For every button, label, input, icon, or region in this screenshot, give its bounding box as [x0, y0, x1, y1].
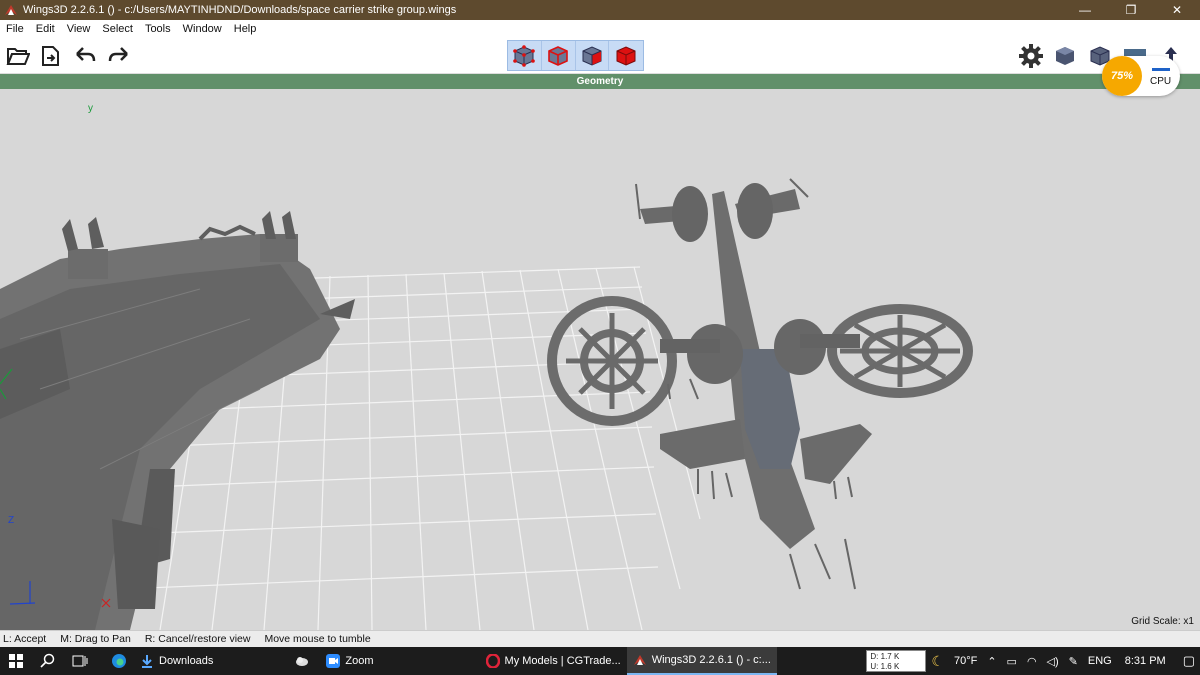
undo-button[interactable]: [70, 41, 100, 71]
cloud-icon: [296, 657, 309, 666]
geometry-tab[interactable]: Geometry: [0, 74, 1200, 89]
close-button[interactable]: ✕: [1154, 0, 1200, 20]
weather-temperature[interactable]: 70°F: [954, 655, 977, 667]
net-up: U: 1.6 K: [870, 662, 900, 671]
app-label: Downloads: [159, 655, 214, 667]
smooth-preview-button[interactable]: [1050, 41, 1080, 71]
wifi-icon[interactable]: ◠: [1027, 655, 1037, 668]
minimize-button[interactable]: —: [1062, 0, 1108, 20]
axis-y-label: y: [88, 103, 93, 114]
status-bar: L: Accept M: Drag to Pan R: Cancel/resto…: [0, 630, 1200, 647]
windows-logo-icon: [9, 654, 23, 668]
edge-select-button[interactable]: [542, 41, 576, 70]
menu-file[interactable]: File: [6, 23, 24, 35]
taskbar: Downloads Zoom My Models | CGTrade... Wi…: [0, 647, 1200, 675]
aircraft-model: [547, 178, 973, 590]
menu-edit[interactable]: Edit: [36, 23, 55, 35]
toolbar: [0, 37, 1200, 74]
clock-time[interactable]: 8:31 PM: [1125, 655, 1166, 667]
taskbar-app-zoom[interactable]: Zoom: [320, 647, 379, 675]
save-button[interactable]: [35, 41, 65, 71]
axis-z-label: Z: [8, 515, 15, 526]
menu-help[interactable]: Help: [234, 23, 257, 35]
app-label: Zoom: [345, 655, 374, 667]
window-title: Wings3D 2.2.6.1 () - c:/Users/MAYTINHDND…: [23, 4, 457, 16]
search-icon: [40, 653, 55, 668]
status-left-click: L: Accept: [3, 633, 47, 645]
menu-tools[interactable]: Tools: [145, 23, 171, 35]
maximize-button[interactable]: ❐: [1108, 0, 1154, 20]
preferences-button[interactable]: [1016, 41, 1046, 71]
pen-icon[interactable]: ✎: [1069, 655, 1078, 668]
download-icon: [142, 655, 152, 668]
edge-select-icon: [548, 45, 568, 66]
taskbar-edge[interactable]: [104, 647, 134, 675]
volume-icon[interactable]: ◁): [1047, 655, 1059, 668]
window-controls: — ❐ ✕: [1062, 0, 1200, 20]
menu-bar: File Edit View Select Tools Window Help: [0, 20, 1200, 37]
task-view-button[interactable]: [64, 647, 96, 675]
cpu-bar-icon: [1152, 68, 1170, 71]
net-down: D: 1.7 K: [870, 652, 900, 661]
start-button[interactable]: [0, 647, 32, 675]
menu-view[interactable]: View: [67, 23, 91, 35]
title-bar: Wings3D 2.2.6.1 () - c:/Users/MAYTINHDND…: [0, 0, 1200, 20]
open-folder-icon: [6, 48, 30, 65]
open-folder-button[interactable]: [3, 41, 33, 71]
vertex-select-icon: [513, 44, 536, 67]
taskbar-app-downloads[interactable]: Downloads: [134, 647, 219, 675]
grid-scale-label: Grid Scale: x1: [1131, 616, 1194, 627]
cpu-percent: 75%: [1102, 56, 1142, 96]
redo-button[interactable]: [104, 41, 134, 71]
network-meter[interactable]: D: 1.7 K U: 1.6 K: [866, 650, 927, 672]
taskbar-app-cloud[interactable]: [289, 647, 320, 675]
app-label: Wings3D 2.2.6.1 () - c:...: [651, 654, 771, 666]
moon-weather-icon[interactable]: ☾: [931, 653, 944, 670]
wings-app-icon: [5, 5, 17, 15]
vertex-select-button[interactable]: [508, 41, 542, 70]
task-view-icon: [72, 655, 88, 667]
status-middle-click: M: Drag to Pan: [60, 633, 131, 645]
object-select-button[interactable]: [609, 41, 643, 70]
opera-icon: [485, 654, 500, 668]
redo-icon: [108, 47, 128, 62]
system-tray: D: 1.7 K U: 1.6 K ☾ 70°F ⌃ ▭ ◠ ◁) ✎ ENG …: [866, 647, 1200, 675]
search-button[interactable]: [32, 647, 64, 675]
save-icon: [42, 46, 59, 66]
status-right-click: R: Cancel/restore view: [144, 633, 251, 645]
taskbar-app-wings3d[interactable]: Wings3D 2.2.6.1 () - c:...: [626, 647, 777, 675]
gear-icon: [1019, 44, 1043, 68]
status-hint: Move mouse to tumble: [264, 633, 371, 645]
viewport-scene: [0, 178, 973, 630]
app-label: My Models | CGTrade...: [504, 655, 621, 667]
edge-browser-icon: [112, 654, 126, 668]
undo-icon: [76, 47, 96, 62]
cube-icon: [1056, 47, 1074, 65]
carrier-model: [0, 211, 355, 630]
geometry-viewport[interactable]: y Z Grid Scale: x1: [0, 89, 1200, 630]
cpu-label: CPU: [1150, 76, 1172, 87]
battery-icon[interactable]: ▭: [1007, 655, 1017, 668]
chevron-up-icon[interactable]: ⌃: [987, 655, 996, 668]
face-select-icon: [582, 45, 602, 66]
face-select-button[interactable]: [576, 41, 610, 70]
selection-mode-group: [507, 40, 644, 71]
menu-window[interactable]: Window: [183, 23, 222, 35]
zoom-icon: [326, 654, 341, 668]
cpu-usage-widget[interactable]: 75% CPU: [1102, 56, 1180, 96]
wings-icon: [633, 655, 646, 665]
menu-select[interactable]: Select: [102, 23, 133, 35]
taskbar-app-opera[interactable]: My Models | CGTrade...: [480, 647, 627, 675]
notifications-icon[interactable]: ▢: [1183, 653, 1195, 669]
language-indicator[interactable]: ENG: [1088, 655, 1112, 667]
object-select-icon: [616, 45, 636, 66]
